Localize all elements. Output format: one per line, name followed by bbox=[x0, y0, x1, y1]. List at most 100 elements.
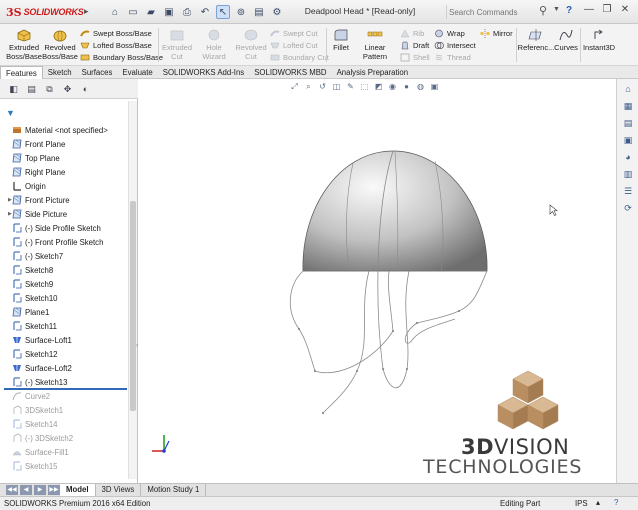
zoom-to-fit-icon[interactable]: ⤢ bbox=[289, 81, 300, 92]
units-selector[interactable]: IPS bbox=[575, 499, 588, 508]
chevron-down-icon[interactable]: ▼ bbox=[553, 6, 560, 13]
feature-manager-tab-icon[interactable]: ◧ bbox=[6, 83, 21, 96]
help-icon[interactable]: ? bbox=[566, 5, 572, 16]
scrollbar-thumb[interactable] bbox=[130, 201, 136, 411]
reference-geometry-button[interactable]: Referenc... bbox=[518, 28, 554, 52]
view-palette-icon[interactable]: ▣ bbox=[621, 134, 635, 147]
tree-item[interactable]: Front Plane bbox=[0, 137, 128, 151]
units-chevron-icon[interactable]: ▴ bbox=[596, 498, 600, 507]
mirror-button[interactable]: Mirror bbox=[480, 28, 513, 39]
revolved-boss-button[interactable]: Revolved Boss/Base bbox=[42, 28, 78, 61]
pin-menu-icon[interactable]: ▸ bbox=[84, 6, 94, 18]
tree-item[interactable]: Sketch11 bbox=[0, 319, 128, 333]
dimxpert-manager-tab-icon[interactable]: ✥ bbox=[60, 83, 75, 96]
display-manager-tab-icon[interactable]: ◐ bbox=[78, 83, 93, 96]
home-icon[interactable]: ⌂ bbox=[108, 5, 122, 19]
solidworks-logo[interactable]: 3S SOLIDWORKS bbox=[6, 4, 84, 20]
quick-tips-icon[interactable]: ? bbox=[614, 498, 618, 507]
print-icon[interactable]: ⎙ bbox=[180, 5, 194, 19]
tab-evaluate[interactable]: Evaluate bbox=[117, 66, 157, 79]
search-input[interactable] bbox=[449, 5, 535, 19]
solidworks-resources-icon[interactable]: ⌂ bbox=[621, 83, 635, 96]
forum-icon[interactable]: ☰ bbox=[621, 185, 635, 198]
lofted-cut-button[interactable]: Lofted Cut bbox=[270, 40, 318, 51]
restore-icon[interactable]: ❐ bbox=[600, 3, 614, 17]
tab-analysis-preparation[interactable]: Analysis Preparation bbox=[332, 66, 414, 79]
previous-view-icon[interactable]: ↺ bbox=[317, 81, 328, 92]
tree-item[interactable]: Origin bbox=[0, 179, 128, 193]
tree-item[interactable]: (-) Front Profile Sketch bbox=[0, 235, 128, 249]
tree-item[interactable]: Curve2 bbox=[0, 389, 128, 403]
apply-scene-icon[interactable]: ◍ bbox=[415, 81, 426, 92]
custom-properties-icon[interactable]: ▥ bbox=[621, 168, 635, 181]
file-explorer-icon[interactable]: ▤ bbox=[621, 117, 635, 130]
instant3d-button[interactable]: Instant3D bbox=[582, 28, 616, 52]
graphics-area[interactable]: ⤢ ⌕ ↺ ◫ ✎ ⬚ ◩ ◉ ● ◍ ▣ 3DVISION TECHNOLOG… bbox=[139, 79, 616, 483]
extruded-boss-button[interactable]: Extruded Boss/Base bbox=[6, 28, 42, 61]
tab-model[interactable]: Model bbox=[60, 484, 96, 496]
rollback-bar[interactable] bbox=[4, 388, 127, 390]
draft-button[interactable]: Draft bbox=[400, 40, 429, 51]
tree-item[interactable]: Surface-Loft2 bbox=[0, 361, 128, 375]
tree-item[interactable]: (-) 3DSketch2 bbox=[0, 431, 128, 445]
tree-item[interactable]: Material <not specified> bbox=[0, 123, 128, 137]
boundary-cut-button[interactable]: Boundary Cut bbox=[270, 52, 329, 63]
curves-button[interactable]: Curves bbox=[554, 28, 578, 52]
tree-item[interactable]: (-) Sketch13 bbox=[0, 375, 128, 389]
select-pointer-icon[interactable]: ↖ bbox=[216, 5, 230, 19]
zoom-to-area-icon[interactable]: ⌕ bbox=[303, 81, 314, 92]
next-tab-arrow-icon[interactable]: ▶ bbox=[34, 485, 46, 495]
rib-button[interactable]: Rib bbox=[400, 28, 424, 39]
view-settings-icon[interactable]: ▣ bbox=[429, 81, 440, 92]
filter-icon[interactable]: ▼ bbox=[6, 108, 15, 118]
tree-item[interactable]: 3DSketch1 bbox=[0, 403, 128, 417]
dynamic-annotation-icon[interactable]: ✎ bbox=[345, 81, 356, 92]
property-manager-tab-icon[interactable]: ▤ bbox=[24, 83, 39, 96]
undo-icon[interactable]: ↶ bbox=[198, 5, 212, 19]
expand-arrow-icon[interactable]: ▶ bbox=[0, 211, 12, 217]
tree-item[interactable]: Sketch8 bbox=[0, 263, 128, 277]
expand-arrow-icon[interactable]: ▶ bbox=[0, 197, 12, 203]
appearances-icon[interactable]: ◕ bbox=[621, 151, 635, 164]
tree-item[interactable]: Sketch15 bbox=[0, 459, 128, 473]
intersect-button[interactable]: Intersect bbox=[434, 40, 476, 51]
section-view-icon[interactable]: ◫ bbox=[331, 81, 342, 92]
configuration-manager-tab-icon[interactable]: ⧉ bbox=[42, 83, 57, 96]
3d-content-icon[interactable]: ⟳ bbox=[621, 202, 635, 215]
tree-item[interactable]: Right Plane bbox=[0, 165, 128, 179]
tree-item[interactable]: Surface-Loft1 bbox=[0, 333, 128, 347]
fillet-button[interactable]: Fillet bbox=[330, 28, 352, 52]
tree-item[interactable]: Sketch12 bbox=[0, 347, 128, 361]
new-document-icon[interactable]: ▭ bbox=[126, 5, 140, 19]
revolved-cut-button[interactable]: Revolved Cut bbox=[234, 28, 268, 61]
view-orientation-icon[interactable]: ⬚ bbox=[359, 81, 370, 92]
open-folder-icon[interactable]: ▰ bbox=[144, 5, 158, 19]
design-library-icon[interactable]: ▦ bbox=[621, 100, 635, 113]
tab-solidworks-add-ins[interactable]: SOLIDWORKS Add-Ins bbox=[158, 66, 249, 79]
tab-surfaces[interactable]: Surfaces bbox=[77, 66, 118, 79]
tab-features[interactable]: Features bbox=[0, 66, 43, 79]
linear-pattern-button[interactable]: Linear Pattern bbox=[352, 28, 398, 61]
extruded-cut-button[interactable]: Extruded Cut bbox=[160, 28, 194, 61]
tree-item[interactable]: Top Plane bbox=[0, 151, 128, 165]
close-icon[interactable]: ✕ bbox=[618, 3, 632, 17]
tab-motion-study-1[interactable]: Motion Study 1 bbox=[141, 484, 207, 496]
lofted-boss-button[interactable]: Lofted Boss/Base bbox=[80, 40, 152, 51]
tree-item[interactable]: (-) Side Profile Sketch bbox=[0, 221, 128, 235]
tree-item[interactable]: Surface-Fill1 bbox=[0, 445, 128, 459]
thread-button[interactable]: Thread bbox=[434, 52, 471, 63]
first-tab-arrow-icon[interactable]: ◀◀ bbox=[6, 485, 18, 495]
tree-item[interactable]: (-) Sketch7 bbox=[0, 249, 128, 263]
shell-button[interactable]: Shell bbox=[400, 52, 430, 63]
tree-item[interactable]: ▶ Side Picture bbox=[0, 207, 128, 221]
tree-scrollbar[interactable] bbox=[128, 101, 137, 479]
minimize-icon[interactable]: — bbox=[582, 3, 596, 17]
file-properties-icon[interactable]: ▤ bbox=[252, 5, 266, 19]
save-icon[interactable]: ▣ bbox=[162, 5, 176, 19]
search-icon[interactable]: ⚲ bbox=[539, 4, 547, 17]
last-tab-arrow-icon[interactable]: ▶▶ bbox=[48, 485, 60, 495]
prev-tab-arrow-icon[interactable]: ◀ bbox=[20, 485, 32, 495]
boundary-boss-button[interactable]: Boundary Boss/Base bbox=[80, 52, 163, 63]
tree-item[interactable]: Sketch9 bbox=[0, 277, 128, 291]
hole-wizard-button[interactable]: Hole Wizard bbox=[194, 28, 234, 61]
